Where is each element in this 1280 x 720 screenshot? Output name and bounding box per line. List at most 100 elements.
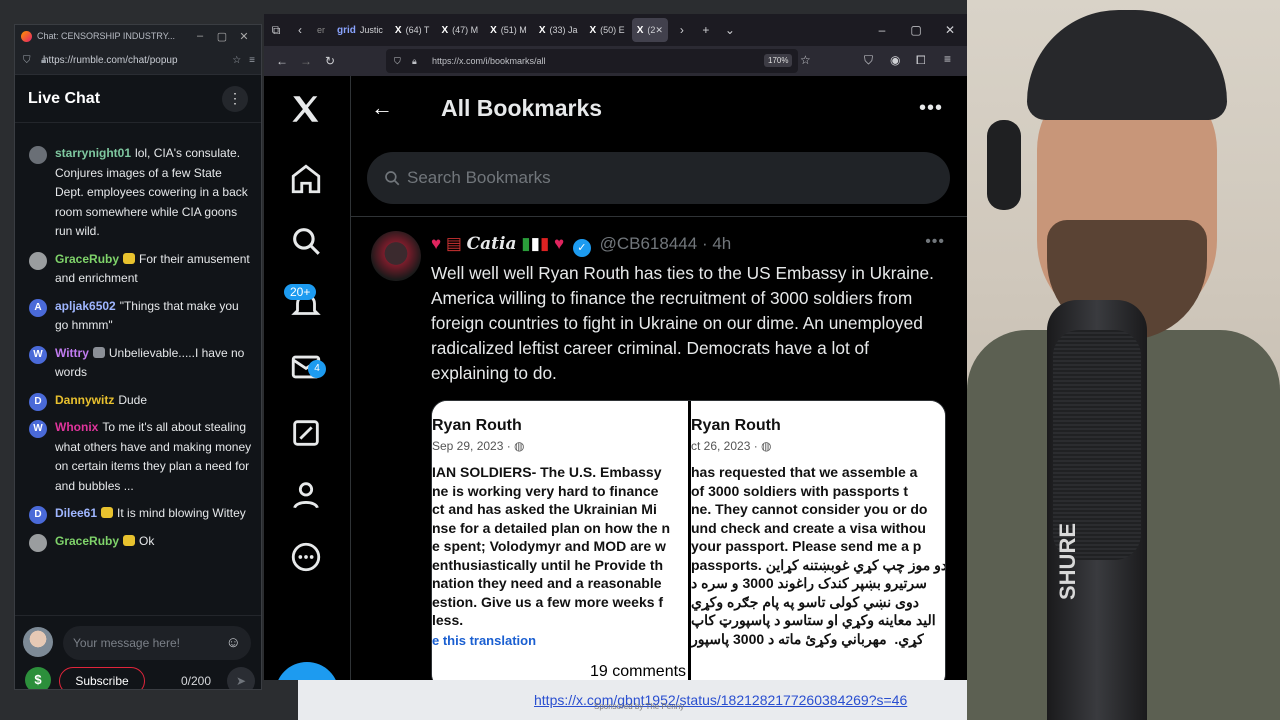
profile-icon[interactable] — [289, 478, 323, 512]
close-tab-icon[interactable]: ✕ — [655, 25, 663, 36]
chat-user-avatar[interactable] — [29, 251, 47, 270]
chat-user-avatar[interactable] — [29, 146, 47, 164]
chat-user-avatar[interactable]: W — [29, 345, 47, 364]
menu-icon[interactable]: ≡ — [944, 52, 951, 66]
rant-dollar-button[interactable]: $ — [25, 667, 51, 689]
tab-overview-icon[interactable]: ⧉ — [264, 23, 288, 38]
chat-user-avatar[interactable] — [29, 533, 47, 552]
send-button[interactable]: ➤ — [227, 667, 255, 689]
chat-username[interactable]: Whonix — [55, 420, 98, 434]
screenshot-post-text: IAN SOLDIERS- The U.S. Embassy ne is wor… — [432, 464, 671, 628]
chat-username[interactable]: Dilee61 — [55, 506, 97, 520]
chat-message-list[interactable]: starrynight01 lol, CIA's consulate. Conju… — [15, 143, 261, 613]
rumble-chat-window: Chat: CENSORSHIP INDUSTRY... – ▢ ✕ ⛉ 🔒︎ … — [14, 24, 262, 690]
x-sidebar: 20+ 4 — [264, 76, 351, 680]
search-icon — [385, 171, 400, 186]
tab-list-dropdown-icon[interactable]: ⌄ — [718, 23, 742, 37]
minimize-button[interactable]: – — [865, 23, 899, 37]
chat-options-button[interactable]: ⋮ — [222, 85, 248, 112]
bookmarked-tweet[interactable]: ♥ ▤ Catia ▮▮▮ ♥ ✓ @CB618444 · 4h ••• Wel… — [351, 216, 967, 680]
browser-tab[interactable]: X (33) Ja — [534, 18, 583, 42]
chat-username[interactable]: Wittry — [55, 346, 89, 360]
x-favicon-icon: X — [490, 24, 497, 36]
address-url[interactable]: https://rumble.com/chat/popup — [43, 55, 232, 66]
dot-separator: · — [701, 234, 713, 253]
tweet-more-icon[interactable]: ••• — [925, 233, 945, 251]
browser-tab[interactable]: X (47) M — [436, 18, 483, 42]
chat-user-avatar[interactable]: W — [29, 420, 47, 438]
compose-post-button[interactable] — [275, 662, 339, 680]
grok-icon[interactable] — [289, 416, 323, 450]
account-icon[interactable]: ◉ — [890, 53, 900, 67]
verified-badge-icon: ✓ — [572, 239, 591, 257]
chat-user-avatar[interactable]: A — [29, 298, 47, 317]
browser-tab[interactable]: X (50) E — [585, 18, 630, 42]
author-handle[interactable]: @CB618444 — [600, 234, 698, 253]
forward-icon[interactable]: → — [294, 54, 318, 68]
maximize-button[interactable]: ▢ — [899, 23, 933, 37]
extensions-icon[interactable]: ⧠ — [916, 53, 926, 68]
back-arrow-icon[interactable]: ← — [371, 95, 395, 121]
chat-username[interactable]: GraceRuby — [55, 534, 119, 548]
emoji-icon[interactable]: ☺ — [226, 626, 241, 660]
x-main-column: ← All Bookmarks ••• Search Bookmarks ♥ ▤… — [351, 76, 967, 680]
x-favicon-icon: X — [441, 24, 449, 36]
bookmarks-search-input[interactable]: Search Bookmarks — [367, 152, 950, 204]
address-url[interactable]: https://x.com/i/bookmarks/all — [432, 56, 546, 66]
media-image-right[interactable]: Ryan Routh ct 26, 2023 · ◍ has requested… — [691, 401, 945, 680]
address-bar[interactable]: ⛉ 🔒︎ https://x.com/i/bookmarks/all — [386, 49, 798, 73]
browser-tab[interactable]: grid Justic — [332, 18, 388, 42]
author-avatar[interactable] — [371, 231, 421, 281]
browser-tab[interactable]: X (64) T — [390, 18, 435, 42]
bookmarks-header: ← All Bookmarks ••• — [351, 76, 967, 140]
zoom-level[interactable]: 170% — [764, 54, 793, 67]
address-bar[interactable]: ⛉ 🔒︎ https://rumble.com/chat/popup ☆ ≡ — [15, 47, 261, 75]
chat-message-input[interactable]: Your message here! ☺ — [63, 626, 251, 660]
author-display-name[interactable]: Catia — [467, 234, 517, 254]
tweet-media[interactable]: Ryan Routh Sep 29, 2023 · ◍ IAN SOLDIERS… — [431, 400, 946, 680]
chat-username[interactable]: apljak6502 — [55, 299, 116, 313]
chat-username[interactable]: GraceRuby — [55, 252, 119, 266]
more-options-icon[interactable] — [289, 540, 323, 574]
chat-username[interactable]: Dannywitz — [55, 393, 114, 407]
browser-tab[interactable]: X (2 ✕ — [631, 18, 668, 42]
notifications-count-badge: 20+ — [284, 284, 317, 300]
back-icon[interactable]: ← — [270, 54, 294, 68]
chat-badge-icon — [92, 346, 105, 358]
menu-icon[interactable]: ≡ — [249, 55, 255, 66]
chat-badge-icon — [101, 507, 114, 518]
chat-message-text: It is mind blowing Wittey — [117, 506, 246, 520]
more-options-icon[interactable]: ••• — [919, 97, 943, 120]
scroll-tabs-left-icon[interactable]: ‹ — [288, 23, 312, 37]
minimize-button[interactable]: – — [189, 30, 211, 42]
tab-partial[interactable]: er — [312, 18, 330, 42]
screenshot-author-name: Ryan Routh — [432, 417, 522, 434]
search-icon[interactable] — [289, 224, 323, 258]
bookmark-star-icon[interactable]: ☆ — [232, 55, 241, 66]
chat-user-avatar[interactable]: D — [29, 392, 47, 411]
reload-icon[interactable]: ↻ — [318, 54, 342, 68]
tweet-time[interactable]: 4h — [712, 234, 731, 253]
browser-tab[interactable]: X (51) M — [485, 18, 532, 42]
window-titlebar: Chat: CENSORSHIP INDUSTRY... – ▢ ✕ — [15, 25, 261, 47]
pocket-icon[interactable]: ⛉ — [864, 53, 873, 68]
x-logo-icon[interactable] — [289, 92, 323, 126]
background-link[interactable]: https://x.com/gbnt1952/status/1821282177… — [534, 692, 907, 708]
maximize-button[interactable]: ▢ — [211, 30, 233, 43]
new-tab-button[interactable]: + — [694, 23, 718, 37]
x-favicon-icon: X — [394, 24, 402, 36]
subscribe-button[interactable]: Subscribe — [59, 667, 145, 689]
close-button[interactable]: ✕ — [933, 23, 967, 37]
screenshot-date: ct 26, 2023 · ◍ — [691, 439, 772, 453]
home-icon[interactable] — [289, 162, 323, 196]
scroll-tabs-right-icon[interactable]: › — [670, 23, 694, 37]
chat-user-avatar[interactable]: D — [29, 506, 47, 524]
close-button[interactable]: ✕ — [233, 30, 255, 43]
messages-count-badge: 4 — [308, 360, 326, 378]
x-favicon-icon: X — [589, 24, 597, 36]
chat-username[interactable]: starrynight01 — [55, 146, 131, 160]
shield-icon: ⛉ — [394, 56, 401, 66]
media-image-left[interactable]: Ryan Routh Sep 29, 2023 · ◍ IAN SOLDIERS… — [432, 401, 688, 680]
bookmark-star-icon[interactable]: ☆ — [800, 53, 811, 67]
page-title: All Bookmarks — [441, 94, 603, 121]
